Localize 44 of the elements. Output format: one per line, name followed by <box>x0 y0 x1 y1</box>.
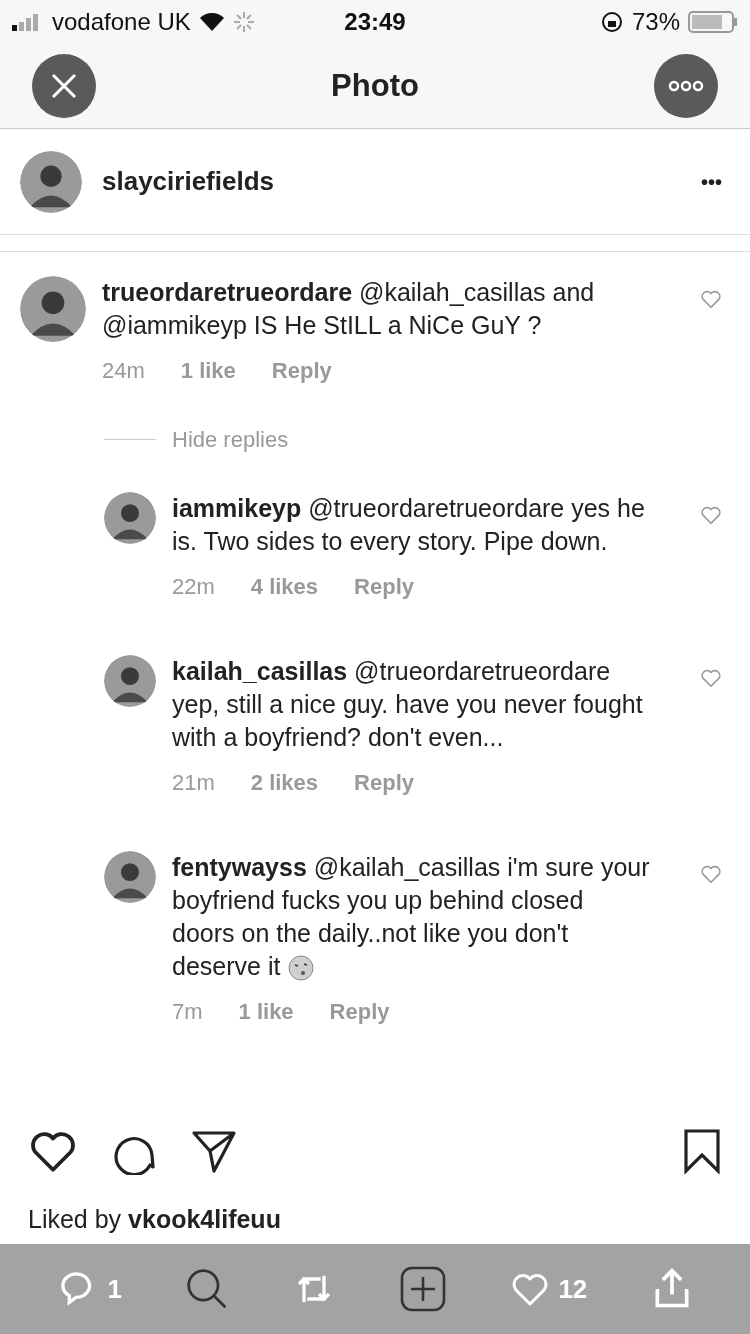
likes-link[interactable]: 2 likes <box>250 766 319 799</box>
comment-text: iammikeyp @trueordaretrueordare yes he is. Two sides to every story. Pipe down. <box>172 493 646 557</box>
comment-time: 22m <box>172 573 215 601</box>
hide-replies-link[interactable]: Hide replies <box>172 423 289 456</box>
avatar[interactable] <box>104 851 156 903</box>
comment-time: 24m <box>102 357 145 385</box>
page-title: Photo <box>331 66 419 105</box>
like-heart-icon[interactable] <box>700 288 722 310</box>
wifi-icon <box>198 12 225 32</box>
clock: 23:49 <box>344 7 406 37</box>
close-icon <box>50 72 78 100</box>
reply-link[interactable]: Reply <box>329 995 390 1028</box>
options-button[interactable]: ••• <box>701 166 730 197</box>
comment-text: fentywayss @kailah_casillas i'm sure your boyfriend fucks you up behind closed doors on the daily..not like you don't deserve it <box>172 852 650 983</box>
more-icon <box>668 80 704 92</box>
likes-link[interactable]: 1 like <box>238 995 294 1028</box>
post-username[interactable]: slayciriefields <box>102 162 681 201</box>
like-heart-icon[interactable] <box>700 667 722 689</box>
battery-percent: 73% <box>631 7 680 37</box>
carrier-name: vodafone UK <box>52 7 191 37</box>
spinner-icon <box>232 11 255 33</box>
avatar[interactable] <box>20 150 82 213</box>
reply-count: 1 <box>107 1272 122 1306</box>
avatar[interactable] <box>104 655 156 707</box>
like-count: 12 <box>558 1272 588 1306</box>
avatar[interactable] <box>104 492 156 544</box>
likes-link[interactable]: 4 likes <box>250 570 319 603</box>
add-icon[interactable] <box>399 1265 448 1313</box>
reply-link[interactable]: Reply <box>271 354 332 387</box>
bookmark-icon[interactable] <box>682 1126 722 1175</box>
rotation-lock-icon <box>599 10 624 34</box>
comment-text: trueordaretrueordare @kailah_casillas and @iammikeyp IS He StILL a NiCe GuY ? <box>102 277 596 341</box>
comment-time: 21m <box>172 769 215 797</box>
liked-by-text: Liked by vkook4lifeuu <box>28 1203 282 1235</box>
kiss-face-icon <box>288 955 315 982</box>
like-heart-icon[interactable] <box>700 504 722 526</box>
like-heart-icon[interactable] <box>700 863 722 885</box>
comment-text: kailah_casillas @trueordaretrueordare yep, still a nice guy. have you never fought with a boyfriend? don't even... <box>172 656 644 753</box>
reply-link[interactable]: Reply <box>354 766 414 799</box>
reply-link[interactable]: Reply <box>354 570 414 603</box>
comment-time: 7m <box>172 998 203 1026</box>
battery-icon <box>688 10 738 34</box>
likes-link[interactable]: 1 like <box>180 354 236 387</box>
avatar[interactable] <box>20 276 86 342</box>
